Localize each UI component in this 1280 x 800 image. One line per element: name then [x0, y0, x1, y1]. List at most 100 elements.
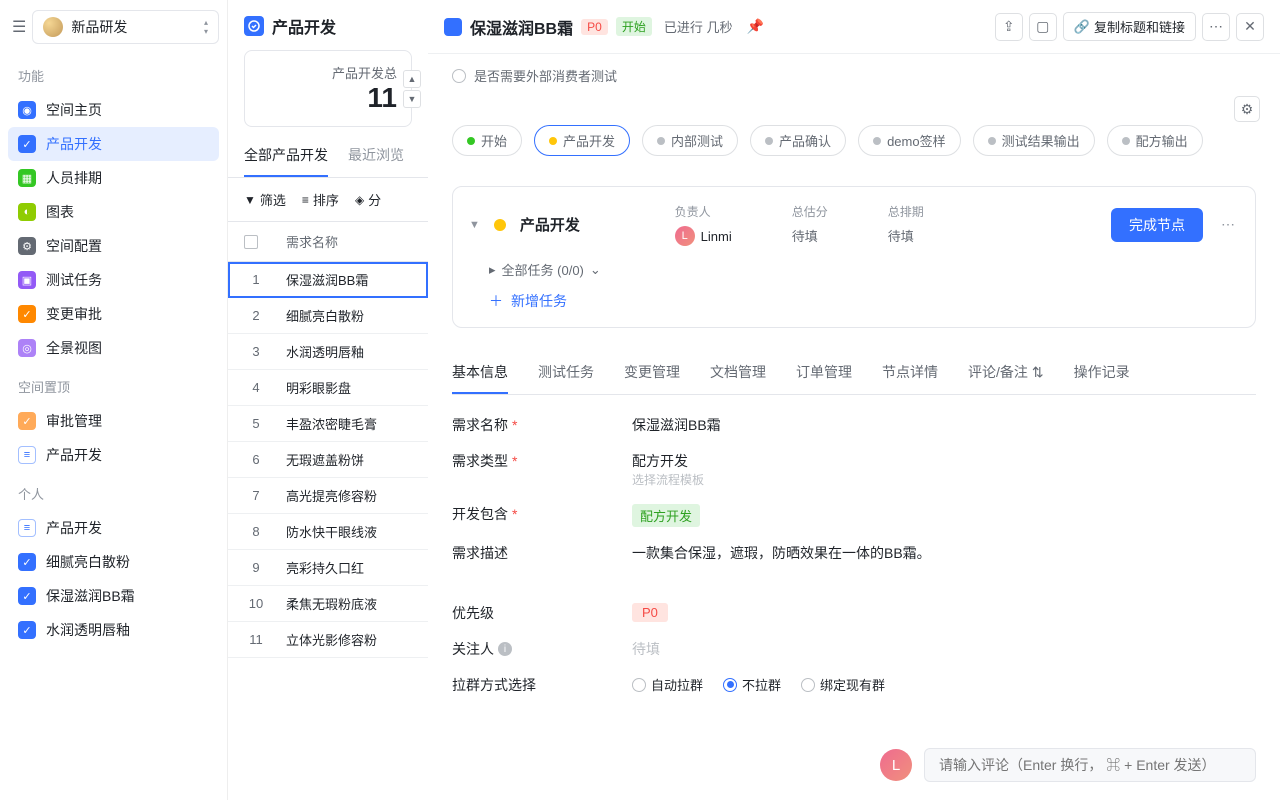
sidebar-item-schedule[interactable]: ▦人员排期	[8, 161, 219, 195]
field-follower-value[interactable]: 待填	[632, 639, 1256, 659]
radio-bind[interactable]: 绑定现有群	[801, 675, 885, 694]
workflow-step[interactable]: 配方输出	[1107, 125, 1203, 156]
tab-all[interactable]: 全部产品开发	[244, 145, 328, 177]
bookmark-button[interactable]: ▢	[1029, 13, 1057, 41]
workflow-step[interactable]: 产品确认	[750, 125, 846, 156]
detail-tab[interactable]: 变更管理	[624, 352, 680, 394]
filter-button[interactable]: ▼筛选	[244, 190, 286, 209]
points-value[interactable]: 待填	[792, 226, 828, 245]
filter-icon: ▼	[244, 193, 256, 207]
tab-recent[interactable]: 最近浏览	[348, 145, 404, 177]
detail-header: 保湿滋润BB霜 P0 开始 已进行 几秒 📌 ⇪ ▢ 🔗复制标题和链接 ⋯ ✕	[428, 0, 1280, 54]
radio-auto[interactable]: 自动拉群	[632, 675, 703, 694]
sidebar-item-product-dev[interactable]: ✓产品开发	[8, 127, 219, 161]
consumer-test-field[interactable]: 是否需要外部消费者测试	[452, 66, 1256, 85]
detail-tab[interactable]: 测试任务	[538, 352, 594, 394]
sidebar-item-config[interactable]: ⚙空间配置	[8, 229, 219, 263]
schedule-value[interactable]: 待填	[888, 226, 924, 245]
detail-tab[interactable]: 基本信息	[452, 352, 508, 394]
help-icon[interactable]: i	[498, 642, 512, 656]
finish-node-button[interactable]: 完成节点	[1111, 208, 1203, 242]
table-row[interactable]: 6无瑕遮盖粉饼	[228, 442, 428, 478]
row-number: 1	[244, 272, 268, 287]
more-button[interactable]: ⋯	[1202, 13, 1230, 41]
table-row[interactable]: 5丰盈浓密睫毛膏	[228, 406, 428, 442]
table-row[interactable]: 11立体光影修容粉	[228, 622, 428, 658]
workflow-step[interactable]: 内部测试	[642, 125, 738, 156]
field-type-value[interactable]: 配方开发选择流程模板	[632, 451, 1256, 488]
field-name-value[interactable]: 保湿滋润BB霜	[632, 415, 1256, 435]
radio-none[interactable]: 不拉群	[723, 675, 781, 694]
sidebar-collapse-icon[interactable]: ☰	[12, 17, 26, 37]
field-name-label: 需求名称	[452, 415, 508, 435]
share-button[interactable]: ⇪	[995, 13, 1023, 41]
sidebar-personal-item-3[interactable]: ✓水润透明唇釉	[8, 613, 219, 647]
sidebar-item-overview[interactable]: ◎全景视图	[8, 331, 219, 365]
status-dot-icon	[988, 137, 996, 145]
left-sidebar: ☰ 新品研发 ▴▾ 功能 ◉空间主页 ✓产品开发 ▦人员排期 ◐图表 ⚙空间配置…	[0, 0, 228, 800]
table-row[interactable]: 7高光提亮修容粉	[228, 478, 428, 514]
sidebar-pinned-product[interactable]: ≡产品开发	[8, 438, 219, 472]
sidebar-item-home[interactable]: ◉空间主页	[8, 93, 219, 127]
row-number: 4	[244, 380, 268, 395]
node-more-button[interactable]: ⋯	[1217, 212, 1239, 237]
assignee-value[interactable]: L Linmi	[675, 226, 732, 246]
detail-tab[interactable]: 订单管理	[796, 352, 852, 394]
sidebar-personal-product[interactable]: ≡产品开发	[8, 511, 219, 545]
sidebar-personal-item-2[interactable]: ✓保湿滋润BB霜	[8, 579, 219, 613]
table-row[interactable]: 8防水快干眼线液	[228, 514, 428, 550]
table-row[interactable]: 10柔焦无瑕粉底液	[228, 586, 428, 622]
detail-tab[interactable]: 评论/备注⇅	[968, 352, 1044, 394]
field-desc-value[interactable]: 一款集合保湿，遮瑕，防晒效果在一体的BB霜。	[632, 543, 1256, 563]
stat-up-button[interactable]: ▲	[403, 70, 421, 88]
table-row[interactable]: 1保湿滋润BB霜	[228, 262, 428, 298]
workflow-step[interactable]: 测试结果输出	[973, 125, 1095, 156]
sidebar-item-chart[interactable]: ◐图表	[8, 195, 219, 229]
table-row[interactable]: 3水润透明唇釉	[228, 334, 428, 370]
field-priority-value[interactable]: P0	[632, 603, 1256, 622]
required-star: *	[512, 453, 517, 469]
sidebar-personal-item-1[interactable]: ✓细腻亮白散粉	[8, 545, 219, 579]
list-title: 产品开发	[272, 14, 336, 38]
detail-tab[interactable]: 操作记录	[1074, 352, 1130, 394]
copy-link-button[interactable]: 🔗复制标题和链接	[1063, 12, 1196, 41]
calendar-icon: ▦	[18, 169, 36, 187]
plus-icon: ＋	[489, 291, 503, 311]
field-include-value[interactable]: 配方开发	[632, 504, 1256, 527]
detail-tab[interactable]: 节点详情	[882, 352, 938, 394]
comment-avatar: L	[880, 749, 912, 781]
group-button[interactable]: ◈分	[355, 190, 381, 209]
detail-tab[interactable]: 文档管理	[710, 352, 766, 394]
sidebar-item-test[interactable]: ▣测试任务	[8, 263, 219, 297]
section-label-personal: 个人	[8, 480, 219, 507]
sort-button[interactable]: ≡排序	[302, 190, 339, 209]
sidebar-pinned-approve[interactable]: ✓审批管理	[8, 404, 219, 438]
row-name: 柔焦无瑕粉底液	[286, 594, 412, 613]
field-settings-button[interactable]: ⚙	[1234, 96, 1260, 122]
chart-icon: ◐	[18, 203, 36, 221]
pin-icon[interactable]: 📌	[746, 18, 763, 35]
collapse-chevron-icon[interactable]: ▼	[469, 219, 480, 231]
stat-card: 产品开发总 11 ▲ ▼	[244, 50, 412, 127]
row-name: 无瑕遮盖粉饼	[286, 450, 412, 469]
table-row[interactable]: 2细腻亮白散粉	[228, 298, 428, 334]
workflow-step[interactable]: 产品开发	[534, 125, 630, 156]
add-task-button[interactable]: ＋ 新增任务	[489, 291, 1239, 311]
status-text: 已进行 几秒	[664, 17, 733, 36]
node-card: ▼ 产品开发 负责人 L Linmi 总估分 待填	[452, 186, 1256, 328]
row-name: 防水快干眼线液	[286, 522, 412, 541]
status-dot-icon	[765, 137, 773, 145]
close-button[interactable]: ✕	[1236, 13, 1264, 41]
status-dot-icon	[657, 137, 665, 145]
list-outline-icon: ≡	[18, 446, 36, 464]
stat-down-button[interactable]: ▼	[403, 90, 421, 108]
comment-input[interactable]	[924, 748, 1256, 782]
table-row[interactable]: 9亮彩持久口红	[228, 550, 428, 586]
table-row[interactable]: 4明彩眼影盘	[228, 370, 428, 406]
sidebar-item-approve[interactable]: ✓变更审批	[8, 297, 219, 331]
select-all-checkbox[interactable]	[244, 235, 258, 249]
workspace-selector[interactable]: 新品研发 ▴▾	[32, 10, 219, 44]
workflow-step[interactable]: 开始	[452, 125, 522, 156]
workflow-step[interactable]: demo签样	[858, 125, 961, 156]
subtasks-toggle[interactable]: ▸ 全部任务 (0/0) ⌄	[489, 260, 1239, 279]
